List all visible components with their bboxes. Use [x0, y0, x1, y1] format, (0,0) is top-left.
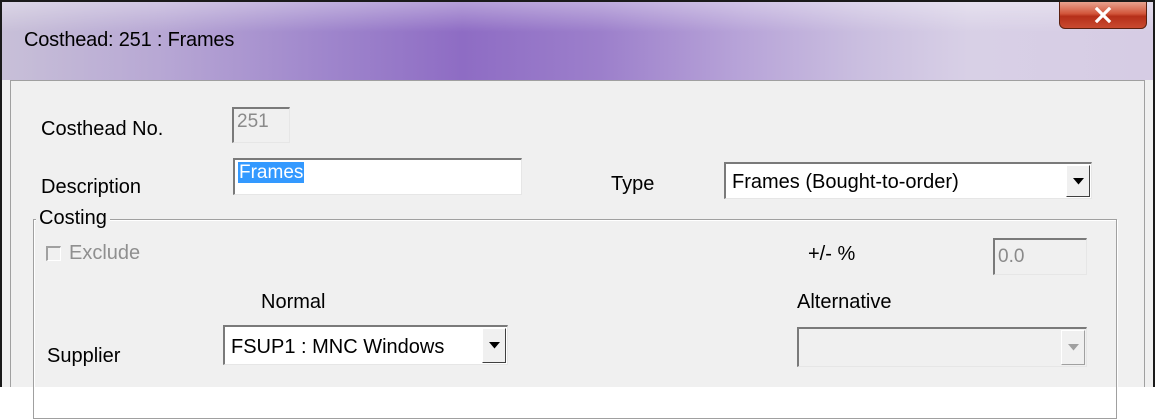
costing-group-label: Costing [36, 207, 110, 230]
chevron-down-icon [488, 342, 500, 349]
normal-header: Normal [261, 291, 326, 313]
description-input[interactable]: Frames [233, 158, 522, 195]
exclude-label: Exclude [69, 242, 141, 264]
supplier-alternative-select [797, 327, 1087, 367]
description-label: Description [41, 176, 142, 198]
supplier-normal-value: FSUP1 : MNC Windows [231, 336, 445, 358]
costhead-no-field: 251 [232, 107, 290, 143]
costing-group [33, 219, 1117, 419]
supplier-alternative-dropdown-button [1061, 330, 1085, 365]
supplier-normal-select[interactable]: FSUP1 : MNC Windows [223, 325, 508, 365]
plus-minus-field: 0.0 [993, 238, 1087, 275]
plus-minus-label: +/- % [808, 243, 856, 265]
supplier-label: Supplier [47, 345, 121, 367]
description-value: Frames [238, 162, 305, 183]
type-dropdown-button[interactable] [1066, 165, 1090, 197]
chevron-down-icon [1067, 344, 1079, 351]
supplier-normal-dropdown-button[interactable] [482, 328, 506, 363]
chevron-down-icon [1072, 177, 1084, 184]
costhead-no-value: 251 [237, 111, 269, 132]
alternative-header: Alternative [797, 291, 892, 313]
type-value: Frames (Bought-to-order) [732, 171, 959, 193]
title-bar[interactable]: Costhead: 251 : Frames [2, 2, 1153, 80]
plus-minus-value: 0.0 [998, 246, 1025, 267]
close-button[interactable] [1059, 2, 1147, 29]
dialog-body: Costhead No. 251 Description Frames Type… [10, 80, 1145, 419]
type-select[interactable]: Frames (Bought-to-order) [724, 162, 1092, 199]
type-label: Type [611, 173, 655, 195]
window-title: Costhead: 251 : Frames [24, 29, 235, 51]
costhead-dialog: Costhead: 251 : Frames Costhead No. 251 … [0, 0, 1155, 419]
close-x-icon [1094, 7, 1112, 23]
title-bar-shine [2, 2, 1153, 32]
exclude-checkbox[interactable] [46, 246, 61, 261]
costhead-no-label: Costhead No. [41, 118, 164, 140]
